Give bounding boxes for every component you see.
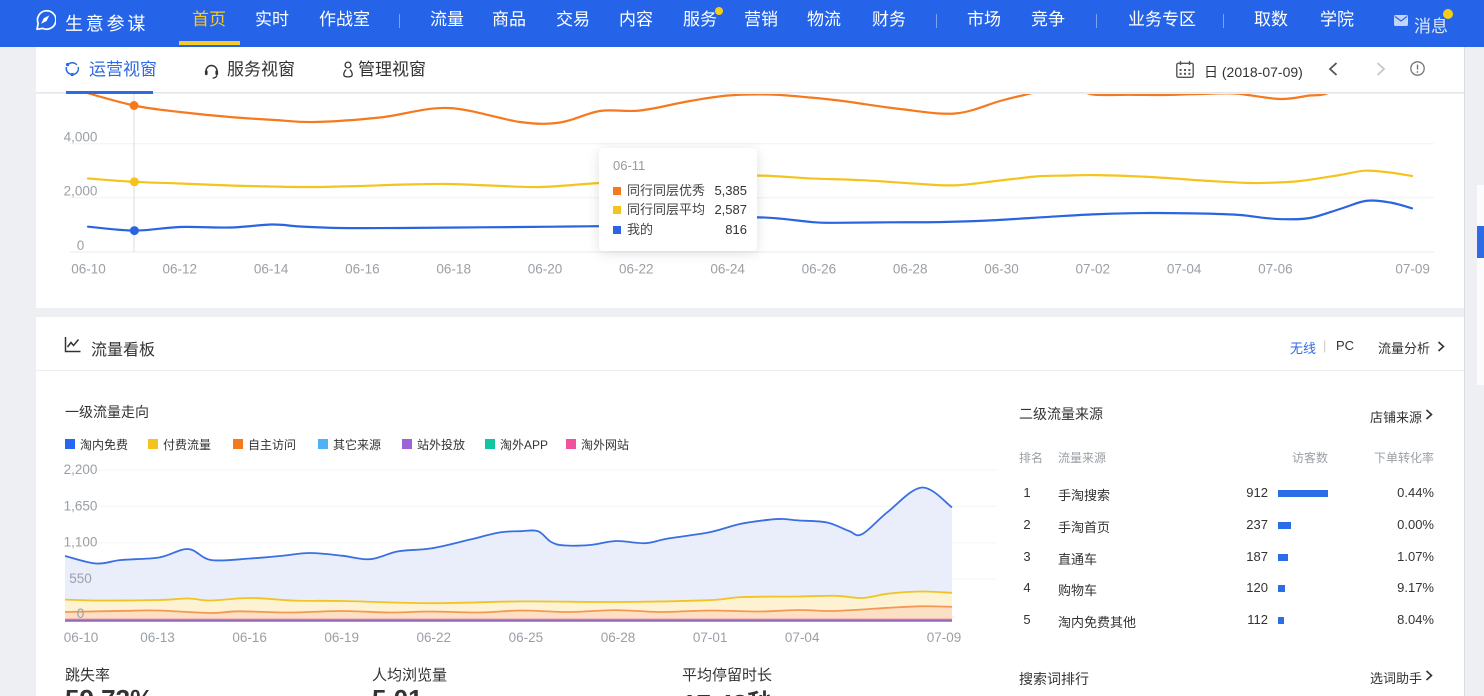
svg-text:06-13: 06-13 [140,630,175,645]
svg-text:06-20: 06-20 [528,262,563,277]
svg-text:06-30: 06-30 [984,262,1019,277]
svg-text:07-01: 07-01 [693,630,728,645]
svg-text:06-24: 06-24 [710,262,745,277]
svg-text:06-18: 06-18 [436,262,471,277]
svg-text:06-25: 06-25 [509,630,544,645]
svg-text:06-22: 06-22 [417,630,452,645]
svg-text:06-19: 06-19 [324,630,359,645]
svg-text:06-26: 06-26 [802,262,837,277]
svg-text:07-04: 07-04 [785,630,820,645]
svg-text:06-22: 06-22 [619,262,654,277]
svg-text:4,000: 4,000 [64,130,98,145]
svg-text:06-16: 06-16 [345,262,380,277]
svg-text:06-10: 06-10 [64,630,99,645]
svg-text:06-12: 06-12 [163,262,198,277]
svg-text:0: 0 [77,238,85,253]
svg-text:07-06: 07-06 [1258,262,1293,277]
svg-text:2,000: 2,000 [64,184,98,199]
svg-text:06-10: 06-10 [71,262,106,277]
svg-text:1,100: 1,100 [64,535,98,550]
svg-text:06-28: 06-28 [893,262,928,277]
svg-text:07-04: 07-04 [1167,262,1202,277]
svg-text:06-16: 06-16 [232,630,267,645]
svg-text:07-02: 07-02 [1076,262,1111,277]
svg-text:2,200: 2,200 [64,462,98,477]
svg-text:06-28: 06-28 [601,630,636,645]
svg-text:06-14: 06-14 [254,262,289,277]
svg-text:07-09: 07-09 [927,630,962,645]
svg-text:07-09: 07-09 [1395,262,1430,277]
